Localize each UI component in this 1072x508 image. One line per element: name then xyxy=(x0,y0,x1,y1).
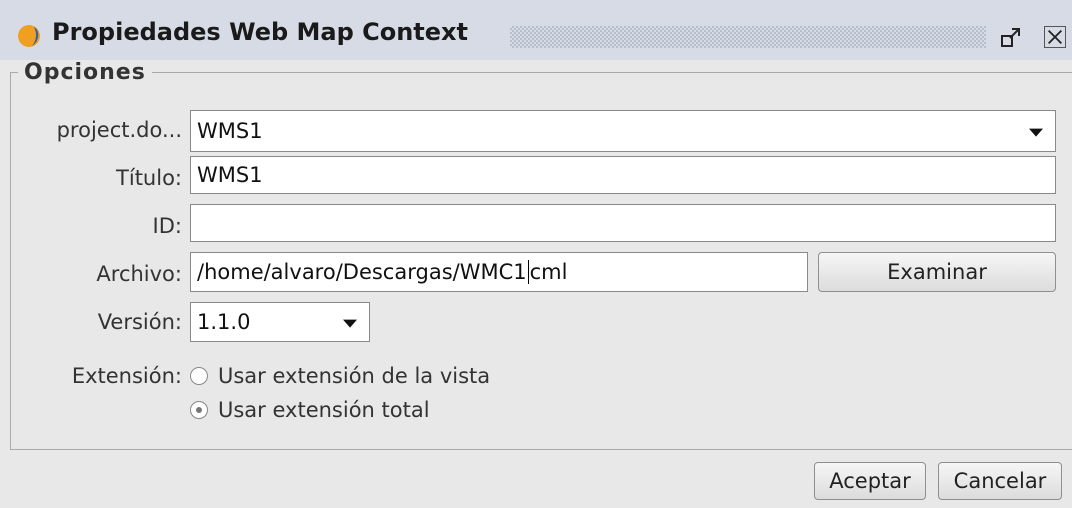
browse-button[interactable]: Examinar xyxy=(818,252,1056,292)
radio-button-selected[interactable] xyxy=(190,401,208,419)
extent-label: Extensión: xyxy=(71,364,182,388)
titlebar-drag-area[interactable] xyxy=(510,26,986,48)
extent-option-total[interactable]: Usar extensión total xyxy=(190,398,430,422)
extent-option-view[interactable]: Usar extensión de la vista xyxy=(190,364,490,388)
radio-button[interactable] xyxy=(190,367,208,385)
cancel-button[interactable]: Cancelar xyxy=(938,462,1062,500)
app-logo-icon xyxy=(18,25,40,47)
file-label: Archivo: xyxy=(96,262,182,286)
project-select-value: WMS1 xyxy=(197,119,263,143)
extent-option-total-label: Usar extensión total xyxy=(218,398,430,422)
id-input[interactable] xyxy=(190,204,1056,242)
text-caret xyxy=(527,260,529,284)
title-input[interactable]: WMS1 xyxy=(190,156,1056,194)
chevron-down-icon xyxy=(343,319,357,328)
restore-window-icon[interactable] xyxy=(1000,26,1022,48)
extent-option-view-label: Usar extensión de la vista xyxy=(218,364,491,388)
id-label: ID: xyxy=(152,214,182,238)
title-label: Título: xyxy=(116,166,182,190)
file-path-text-part1: /home/alvaro/Descargas/WMC1 xyxy=(197,260,527,284)
version-select[interactable]: 1.1.0 xyxy=(190,302,370,342)
close-window-icon[interactable] xyxy=(1044,26,1066,48)
accept-button[interactable]: Aceptar xyxy=(814,462,926,500)
version-select-value: 1.1.0 xyxy=(197,310,251,334)
file-path-input[interactable]: /home/alvaro/Descargas/WMC1 cml xyxy=(190,252,808,292)
window-titlebar[interactable]: Propiedades Web Map Context xyxy=(0,0,1072,60)
file-path-text-part2: cml xyxy=(529,260,568,284)
project-label: project.do... xyxy=(56,118,182,142)
options-group-title: Opciones xyxy=(18,60,152,85)
project-select[interactable]: WMS1 xyxy=(190,110,1056,152)
window-title: Propiedades Web Map Context xyxy=(52,18,469,46)
chevron-down-icon xyxy=(1029,128,1043,137)
dialog-content: Opciones project.do... WMS1 Título: WMS1… xyxy=(0,60,1072,508)
title-input-value: WMS1 xyxy=(197,163,263,187)
version-label: Versión: xyxy=(97,310,182,334)
